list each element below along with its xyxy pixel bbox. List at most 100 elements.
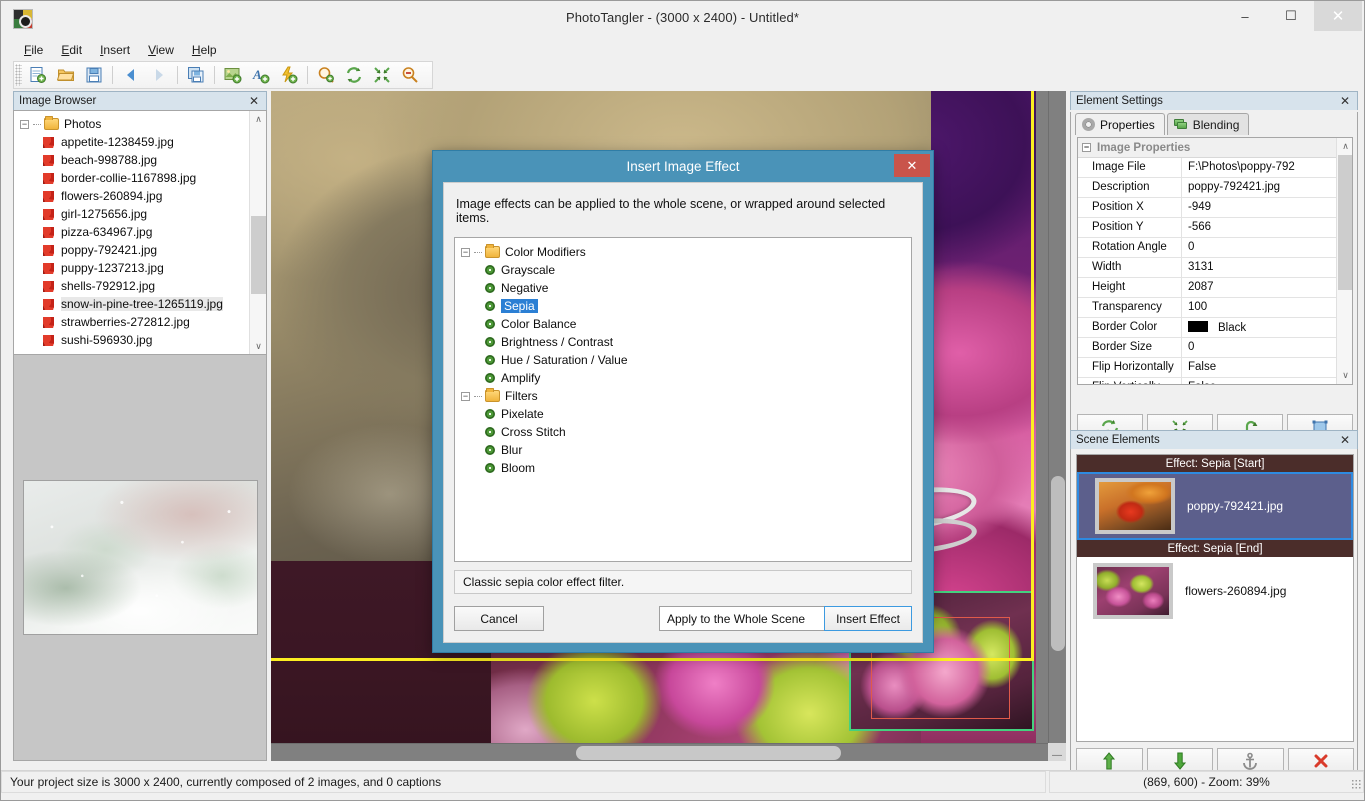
property-value[interactable]: 0 [1182,338,1336,357]
property-value[interactable]: F:\Photos\poppy-792 [1182,158,1336,177]
apply-scope-select[interactable]: Apply to the Whole Scene ∨ [659,606,849,631]
list-item[interactable]: shells-792912.jpg [20,277,249,295]
property-value[interactable]: -566 [1182,218,1336,237]
table-row[interactable]: Height2087 [1078,278,1336,298]
scroll-up-icon[interactable]: ∧ [1337,138,1353,155]
zoom-in-button[interactable] [312,62,340,88]
toolbar-grip[interactable] [15,64,22,86]
effect-item-cross-stitch[interactable]: Cross Stitch [461,423,911,441]
menu-help[interactable]: Help [183,41,226,59]
insert-effect-button[interactable] [275,62,303,88]
property-value-color[interactable]: Black [1182,318,1336,337]
open-project-button[interactable] [52,62,80,88]
table-row[interactable]: Flip HorizontallyFalse [1078,358,1336,378]
effect-item-amplify[interactable]: Amplify [461,369,911,387]
list-item[interactable]: puppy-1237213.jpg [20,259,249,277]
effect-item-pixelate[interactable]: Pixelate [461,405,911,423]
scrollbar-thumb[interactable] [251,216,266,294]
properties-scrollbar[interactable]: ∧ ∨ [1336,138,1352,384]
export-image-button[interactable] [182,62,210,88]
collapse-icon[interactable]: − [461,248,470,257]
property-value[interactable]: False [1182,358,1336,377]
effect-group-color-modifiers[interactable]: − Color Modifiers [461,243,911,261]
image-browser-scrollbar[interactable]: ∧ ∨ [249,111,266,355]
effect-marker-start[interactable]: Effect: Sepia [Start] [1077,455,1353,472]
effect-marker-end[interactable]: Effect: Sepia [End] [1077,540,1353,557]
list-item[interactable]: flowers-260894.jpg [1077,557,1353,625]
property-value[interactable]: poppy-792421.jpg [1182,178,1336,197]
insert-image-button[interactable] [219,62,247,88]
table-row[interactable]: Flip VerticallyFalse [1078,378,1336,385]
minimize-button[interactable]: – [1222,1,1268,31]
list-item[interactable]: sushi-596930.jpg [20,331,249,349]
table-row[interactable]: Border Size0 [1078,338,1336,358]
table-row[interactable]: Image FileF:\Photos\poppy-792 [1078,158,1336,178]
effect-item-negative[interactable]: Negative [461,279,911,297]
close-icon[interactable]: ✕ [1338,94,1352,108]
navigate-back-button[interactable] [117,62,145,88]
list-item-selected[interactable]: snow-in-pine-tree-1265119.jpg [20,295,249,313]
zoom-fit-button[interactable] [368,62,396,88]
list-item[interactable]: beach-998788.jpg [20,151,249,169]
list-item[interactable]: appetite-1238459.jpg [20,133,249,151]
save-project-button[interactable] [80,62,108,88]
list-item[interactable]: strawberries-272812.jpg [20,313,249,331]
refresh-zoom-button[interactable] [340,62,368,88]
table-row[interactable]: Rotation Angle0 [1078,238,1336,258]
effect-item-blur[interactable]: Blur [461,441,911,459]
collapse-icon[interactable]: − [20,120,29,129]
scroll-up-icon[interactable]: ∧ [250,111,267,128]
menu-file[interactable]: File [15,41,52,59]
effect-group-filters[interactable]: − Filters [461,387,911,405]
cancel-button[interactable]: Cancel [454,606,544,631]
list-item[interactable]: pizza-634967.jpg [20,223,249,241]
image-browser-tree[interactable]: − Photos appetite-1238459.jpg beach-9987… [13,110,267,356]
menu-insert[interactable]: Insert [91,41,139,59]
collapse-icon[interactable]: − [461,392,470,401]
property-value[interactable]: 3131 [1182,258,1336,277]
effect-item-brightness-contrast[interactable]: Brightness / Contrast [461,333,911,351]
table-row[interactable]: Position Y-566 [1078,218,1336,238]
table-row[interactable]: Descriptionpoppy-792421.jpg [1078,178,1336,198]
tab-properties[interactable]: Properties [1075,113,1165,135]
properties-group-header[interactable]: − Image Properties [1078,138,1336,158]
new-project-button[interactable] [24,62,52,88]
effect-item-hue-saturation-value[interactable]: Hue / Saturation / Value [461,351,911,369]
list-item-selected[interactable]: poppy-792421.jpg [1077,472,1353,540]
list-item[interactable]: border-collie-1167898.jpg [20,169,249,187]
property-value[interactable]: False [1182,378,1336,385]
insert-effect-button[interactable]: Insert Effect [824,606,912,631]
dialog-close-button[interactable]: ✕ [894,154,930,177]
table-row[interactable]: Border ColorBlack [1078,318,1336,338]
scroll-down-icon[interactable]: ∨ [1337,367,1353,384]
canvas-vertical-scrollbar[interactable] [1048,91,1066,743]
collapse-icon[interactable]: − [1082,143,1091,152]
properties-grid[interactable]: − Image Properties Image FileF:\Photos\p… [1077,137,1353,385]
close-icon[interactable]: ✕ [1338,433,1352,447]
list-item[interactable]: flowers-260894.jpg [20,187,249,205]
menu-edit[interactable]: Edit [52,41,91,59]
zoom-out-button[interactable] [396,62,424,88]
property-value[interactable]: 0 [1182,238,1336,257]
table-row[interactable]: Width3131 [1078,258,1336,278]
scene-elements-list[interactable]: Effect: Sepia [Start] poppy-792421.jpg E… [1076,454,1354,742]
maximize-button[interactable]: ☐ [1268,1,1314,31]
navigate-forward-button[interactable] [145,62,173,88]
resize-grip[interactable] [1351,779,1361,789]
list-item[interactable]: poppy-792421.jpg [20,241,249,259]
table-row[interactable]: Transparency100 [1078,298,1336,318]
scrollbar-thumb[interactable] [1338,155,1352,290]
scrollbar-thumb[interactable] [576,746,841,760]
effect-tree[interactable]: − Color Modifiers Grayscale Negative Sep… [454,237,912,562]
property-value[interactable]: 100 [1182,298,1336,317]
effect-item-bloom[interactable]: Bloom [461,459,911,477]
tree-root-photos[interactable]: − Photos [20,115,249,133]
property-value[interactable]: 2087 [1182,278,1336,297]
canvas-horizontal-scrollbar[interactable] [271,743,1048,761]
effect-item-sepia[interactable]: Sepia [461,297,911,315]
effect-item-color-balance[interactable]: Color Balance [461,315,911,333]
scroll-down-icon[interactable]: ∨ [250,338,267,355]
tab-blending[interactable]: Blending [1167,113,1250,135]
list-item[interactable]: girl-1275656.jpg [20,205,249,223]
close-window-button[interactable]: ✕ [1314,1,1362,31]
